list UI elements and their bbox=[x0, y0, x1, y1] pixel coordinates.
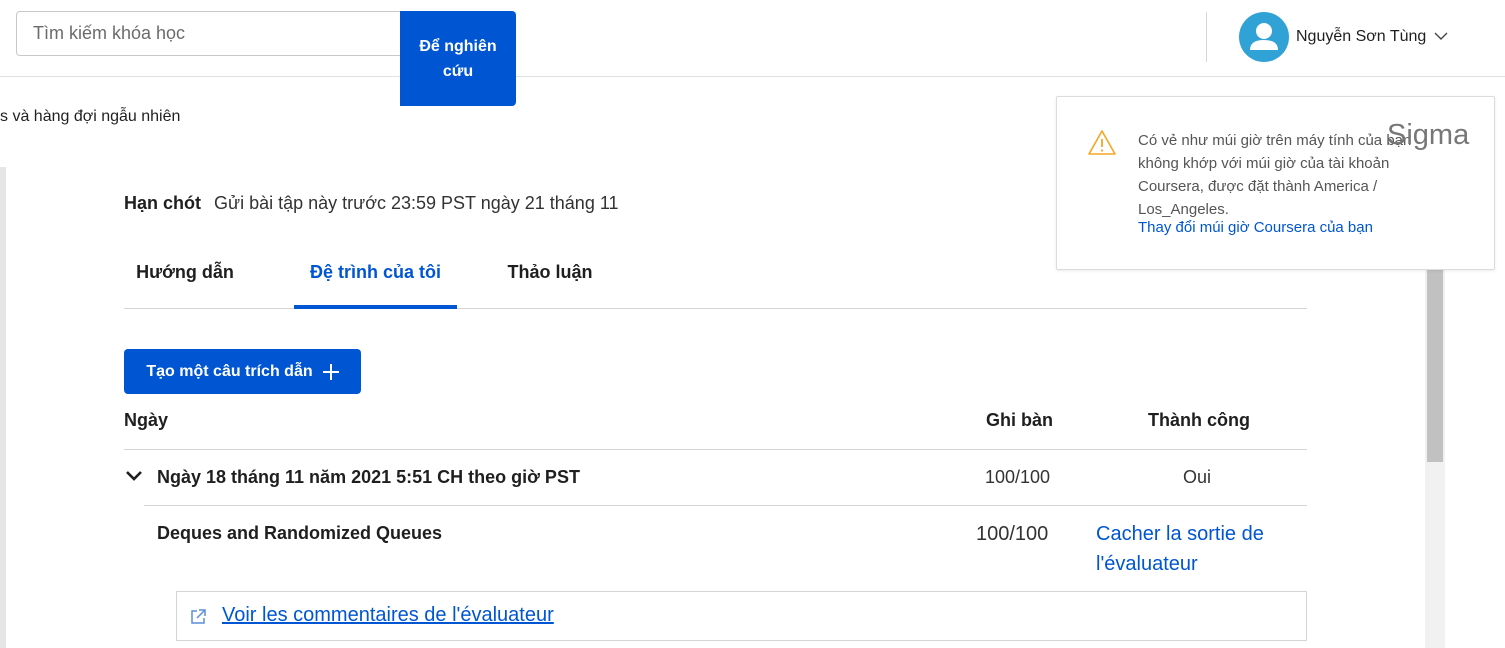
tab-instructions[interactable]: Hướng dẫn bbox=[124, 250, 246, 308]
part-score: 100/100 bbox=[976, 523, 1049, 545]
breadcrumb[interactable]: s và hàng đợi ngẫu nhiên bbox=[0, 108, 180, 126]
create-submission-button[interactable]: Tạo một câu trích dẫn bbox=[124, 349, 361, 394]
change-timezone-link[interactable]: Thay đổi múi giờ Coursera của bạn bbox=[1138, 219, 1373, 236]
top-header: Nguyễn Sơn Tùng bbox=[0, 0, 1505, 77]
column-header-score: Ghi bàn bbox=[986, 410, 1053, 430]
search-button[interactable]: Để nghiên cứu bbox=[400, 11, 516, 106]
timezone-notice: Có vẻ như múi giờ trên máy tính của bạn … bbox=[1056, 96, 1495, 270]
hide-grader-output-link[interactable]: Cacher la sortie de l'évaluateur bbox=[1096, 519, 1296, 579]
deadline: Hạn chót Gửi bài tập này trước 23:59 PST… bbox=[124, 193, 619, 214]
scrollbar-thumb[interactable] bbox=[1427, 270, 1443, 462]
tab-my-submission[interactable]: Đệ trình của tôi bbox=[294, 250, 457, 309]
timezone-notice-text: Có vẻ như múi giờ trên máy tính của bạn … bbox=[1138, 132, 1412, 218]
deadline-text: Gửi bài tập này trước 23:59 PST ngày 21 … bbox=[214, 193, 619, 213]
tab-discussions[interactable]: Thảo luận bbox=[494, 250, 606, 308]
sigma-overlay-text: Sigma bbox=[1387, 119, 1470, 151]
plus-icon bbox=[322, 363, 339, 380]
left-panel-edge bbox=[0, 167, 6, 648]
column-header-date: Ngày bbox=[124, 410, 169, 430]
header-divider bbox=[1206, 12, 1207, 62]
user-name[interactable]: Nguyễn Sơn Tùng bbox=[1296, 28, 1426, 46]
grader-feedback-box: Voir les commentaires de l'évaluateur bbox=[176, 591, 1307, 641]
submission-date[interactable]: Ngày 18 tháng 11 năm 2021 5:51 CH theo g… bbox=[157, 467, 580, 488]
row-divider bbox=[144, 505, 1307, 506]
submission-success: Oui bbox=[1183, 467, 1212, 487]
view-grader-feedback-link[interactable]: Voir les commentaires de l'évaluateur bbox=[222, 604, 554, 627]
create-submission-label: Tạo một câu trích dẫn bbox=[146, 362, 313, 380]
row-divider bbox=[124, 449, 1307, 450]
column-header-success: Thành công bbox=[1148, 410, 1250, 430]
deadline-label: Hạn chót bbox=[124, 193, 202, 213]
chevron-down-icon[interactable] bbox=[1434, 31, 1448, 41]
avatar-icon[interactable] bbox=[1239, 12, 1289, 62]
submission-score: 100/100 bbox=[985, 467, 1051, 487]
part-name: Deques and Randomized Queues bbox=[157, 523, 443, 543]
warning-icon bbox=[1088, 130, 1116, 155]
search-input[interactable] bbox=[16, 11, 402, 56]
chevron-down-icon[interactable] bbox=[125, 470, 143, 482]
external-link-icon bbox=[191, 609, 206, 624]
